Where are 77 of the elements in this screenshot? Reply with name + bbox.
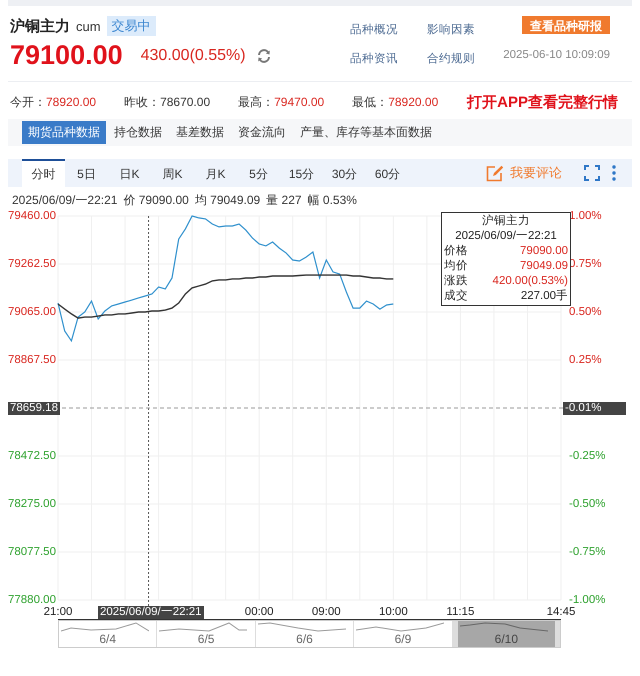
time-axis-label: 10:00 xyxy=(378,606,408,619)
price-axis-label: 79460.00 xyxy=(8,210,57,223)
time-axis-label: 14:45 xyxy=(546,606,576,619)
time-axis-label: 11:15 xyxy=(446,606,474,619)
status-badge: 交易中 xyxy=(106,16,156,36)
period-tab[interactable]: 60分 xyxy=(366,159,409,187)
tooltip-title: 沪铜主力 xyxy=(481,214,531,229)
price-axis-label: 78275.00 xyxy=(8,498,57,511)
period-tab[interactable]: 15分 xyxy=(280,159,323,187)
tooltip-value: 79090.00 xyxy=(520,244,568,259)
time-axis-label: 00:00 xyxy=(244,606,274,619)
edit-icon xyxy=(486,164,504,182)
instrument-code: cum xyxy=(76,18,101,34)
tooltip-value: 79049.09 xyxy=(520,259,568,274)
price-axis-label: 79065.00 xyxy=(8,306,57,319)
percent-axis-label: -0.25% xyxy=(569,450,606,463)
period-tab[interactable]: 5分 xyxy=(237,159,280,187)
price-change: 430.00(0.55%) xyxy=(140,46,246,64)
price-axis-label: 78472.50 xyxy=(8,450,57,463)
stat-item: 今开：78920.00 xyxy=(10,94,96,111)
stat-item: 昨收：78670.00 xyxy=(124,94,210,111)
price-axis-label: 78077.50 xyxy=(8,546,57,559)
crosshair-time-label: 2025/06/09/一22:21 xyxy=(98,606,204,619)
app-link[interactable]: 打开APP查看完整行情 xyxy=(467,93,618,112)
instrument-name: 沪铜主力 xyxy=(10,16,70,36)
price-axis-label: 79262.50 xyxy=(8,258,57,271)
tooltip-label: 涨跌 xyxy=(444,274,468,289)
percent-axis-label: 0.50% xyxy=(569,306,602,319)
data-tab[interactable]: 持仓数据 xyxy=(108,121,168,144)
nav-link[interactable]: 品种资讯 xyxy=(350,51,428,66)
info-text: 2025/06/09/一22:21 xyxy=(12,192,118,209)
period-tab[interactable]: 周K xyxy=(151,159,194,187)
crosshair-percent-label: -0.01% xyxy=(563,402,626,415)
info-text: 均 79049.09 xyxy=(194,192,260,209)
stat-item: 最低：78920.00 xyxy=(352,94,438,111)
period-tab[interactable]: 分时 xyxy=(22,159,65,187)
data-tab[interactable]: 产量、库存等基本面数据 xyxy=(294,121,438,144)
period-tab[interactable]: 日K xyxy=(108,159,151,187)
info-text: 量 227 xyxy=(266,192,302,209)
tooltip-value: 227.00手 xyxy=(520,289,568,304)
navigator-day[interactable]: 6/10 xyxy=(452,621,560,647)
percent-axis-label: -0.75% xyxy=(569,546,606,559)
navigator-day[interactable]: 6/9 xyxy=(354,621,453,647)
navigator-day[interactable]: 6/5 xyxy=(157,621,256,647)
refresh-icon[interactable] xyxy=(256,48,272,64)
tooltip-label: 均价 xyxy=(444,259,468,274)
data-tab[interactable]: 期货品种数据 xyxy=(22,121,106,144)
percent-axis-label: 0.25% xyxy=(569,354,602,367)
period-tab[interactable]: 30分 xyxy=(323,159,366,187)
crosshair-price-label: 78659.18 xyxy=(8,402,60,415)
time-axis-label: 09:00 xyxy=(312,606,341,619)
more-icon[interactable] xyxy=(612,165,616,181)
data-tab[interactable]: 基差数据 xyxy=(170,121,230,144)
percent-axis-label: -1.00% xyxy=(569,594,606,607)
percent-axis-label: -0.50% xyxy=(569,498,606,511)
nav-link[interactable]: 合约规则 xyxy=(427,51,498,66)
last-price: 79100.00 xyxy=(10,40,123,71)
info-text: 幅 0.53% xyxy=(308,192,357,209)
stat-item: 最高：79470.00 xyxy=(238,94,324,111)
info-text: 价 79090.00 xyxy=(123,192,189,209)
tooltip-value: 420.00(0.53%) xyxy=(492,274,568,289)
tooltip-label: 成交 xyxy=(444,289,468,304)
navigator-day[interactable]: 6/6 xyxy=(256,621,354,647)
price-axis-label: 77880.00 xyxy=(8,594,57,607)
timestamp: 2025-06-10 10:09:09 xyxy=(503,49,610,61)
tooltip-label: 价格 xyxy=(444,244,468,259)
nav-link[interactable]: 品种概况 xyxy=(350,22,428,37)
data-tab[interactable]: 资金流向 xyxy=(232,121,292,144)
navigator-day[interactable]: 6/4 xyxy=(59,621,158,647)
period-tab[interactable]: 5日 xyxy=(65,159,108,187)
tooltip-time: 2025/06/09/一22:21 xyxy=(454,229,558,244)
period-tab[interactable]: 月K xyxy=(194,159,237,187)
fullscreen-icon[interactable] xyxy=(584,165,600,181)
percent-axis-label: 1.00% xyxy=(569,210,602,223)
time-axis-label: 21:00 xyxy=(44,606,72,619)
price-axis-label: 78867.50 xyxy=(8,354,57,367)
nav-link[interactable]: 影响因素 xyxy=(427,22,498,37)
